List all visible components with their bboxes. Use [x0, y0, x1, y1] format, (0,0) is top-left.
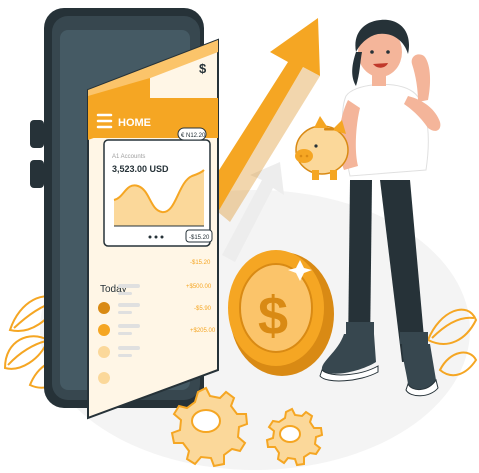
- account-card: A1 Accounts 3,523.00 USD € N12.20: [103, 127, 211, 247]
- finance-illustration: HOME $ A1 Accounts 3,523.00 USD € N12.20…: [3, 8, 478, 470]
- transaction-amount: +$205.00: [190, 328, 216, 334]
- dollar-sign-icon: $: [258, 286, 288, 346]
- pager-dots[interactable]: [148, 235, 164, 239]
- header-title: HOME: [118, 117, 151, 129]
- piggy-bank-icon: [295, 116, 349, 180]
- amount-tag: -$15.20: [185, 229, 213, 243]
- account-caption: A1 Accounts: [112, 154, 145, 160]
- svg-text:€ N12.20: € N12.20: [181, 133, 206, 139]
- transaction-amount: +$500.00: [186, 284, 212, 290]
- svg-text:-$15.20: -$15.20: [189, 235, 210, 241]
- transaction-dot: [98, 372, 110, 384]
- transaction-amount: -$15.20: [190, 260, 211, 266]
- account-balance: 3,523.00 USD: [112, 164, 169, 174]
- dollar-sign-icon: $: [199, 61, 207, 76]
- currency-badge[interactable]: € N12.20: [177, 127, 207, 141]
- transaction-amount: -$5.90: [194, 306, 212, 312]
